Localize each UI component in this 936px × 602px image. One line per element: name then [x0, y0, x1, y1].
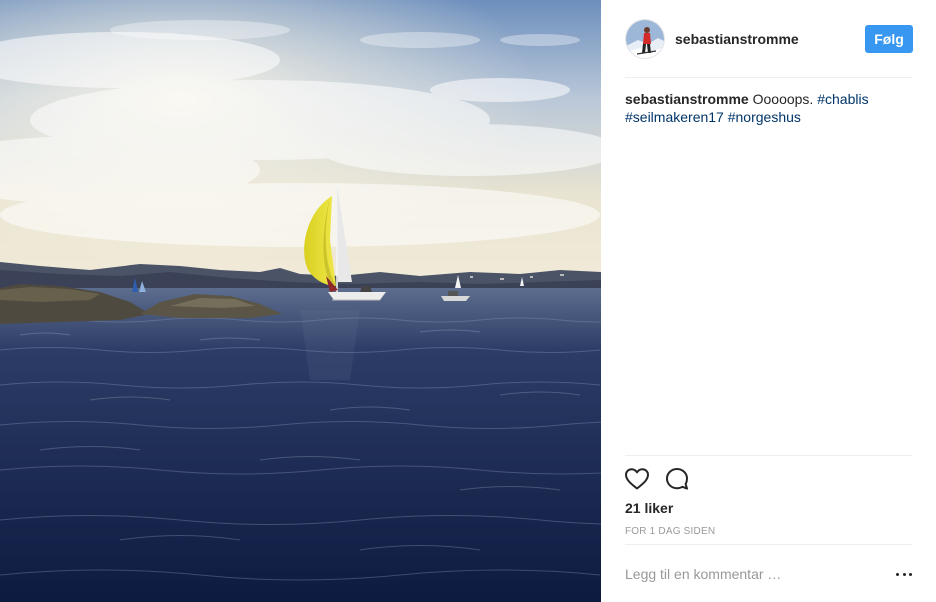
- actions-divider: [625, 455, 912, 456]
- heart-icon[interactable]: [624, 466, 650, 492]
- post-caption: sebastianstromme Ooooops. #chablis #seil…: [625, 90, 915, 126]
- hashtag-link[interactable]: #norgeshus: [728, 109, 801, 125]
- likes-count[interactable]: 21 liker: [625, 500, 673, 516]
- post-photo[interactable]: [0, 0, 601, 602]
- dot: [902, 572, 906, 576]
- caption-text: Ooooops.: [752, 91, 814, 107]
- comment-divider: [625, 544, 912, 545]
- post-username[interactable]: sebastianstromme: [675, 31, 799, 47]
- caption-username[interactable]: sebastianstromme: [625, 91, 749, 107]
- hashtag-link[interactable]: #chablis: [817, 91, 868, 107]
- header-divider: [625, 77, 912, 78]
- comment-input[interactable]: [625, 562, 880, 586]
- post-timestamp[interactable]: FOR 1 DAG SIDEN: [625, 526, 715, 537]
- avatar[interactable]: [625, 19, 665, 59]
- sailboat-photo: [0, 0, 601, 602]
- dot: [896, 572, 899, 576]
- comment-icon[interactable]: [664, 466, 690, 492]
- post-header: sebastianstromme Følg: [625, 18, 913, 60]
- avatar-image: [626, 20, 664, 58]
- dot: [909, 572, 912, 576]
- more-options-icon[interactable]: [894, 566, 914, 582]
- hashtag-link[interactable]: #seilmakeren17: [625, 109, 724, 125]
- follow-button[interactable]: Følg: [865, 25, 913, 53]
- post-actions: [624, 466, 690, 492]
- post-sidebar: sebastianstromme Følg sebastianstromme O…: [601, 0, 936, 602]
